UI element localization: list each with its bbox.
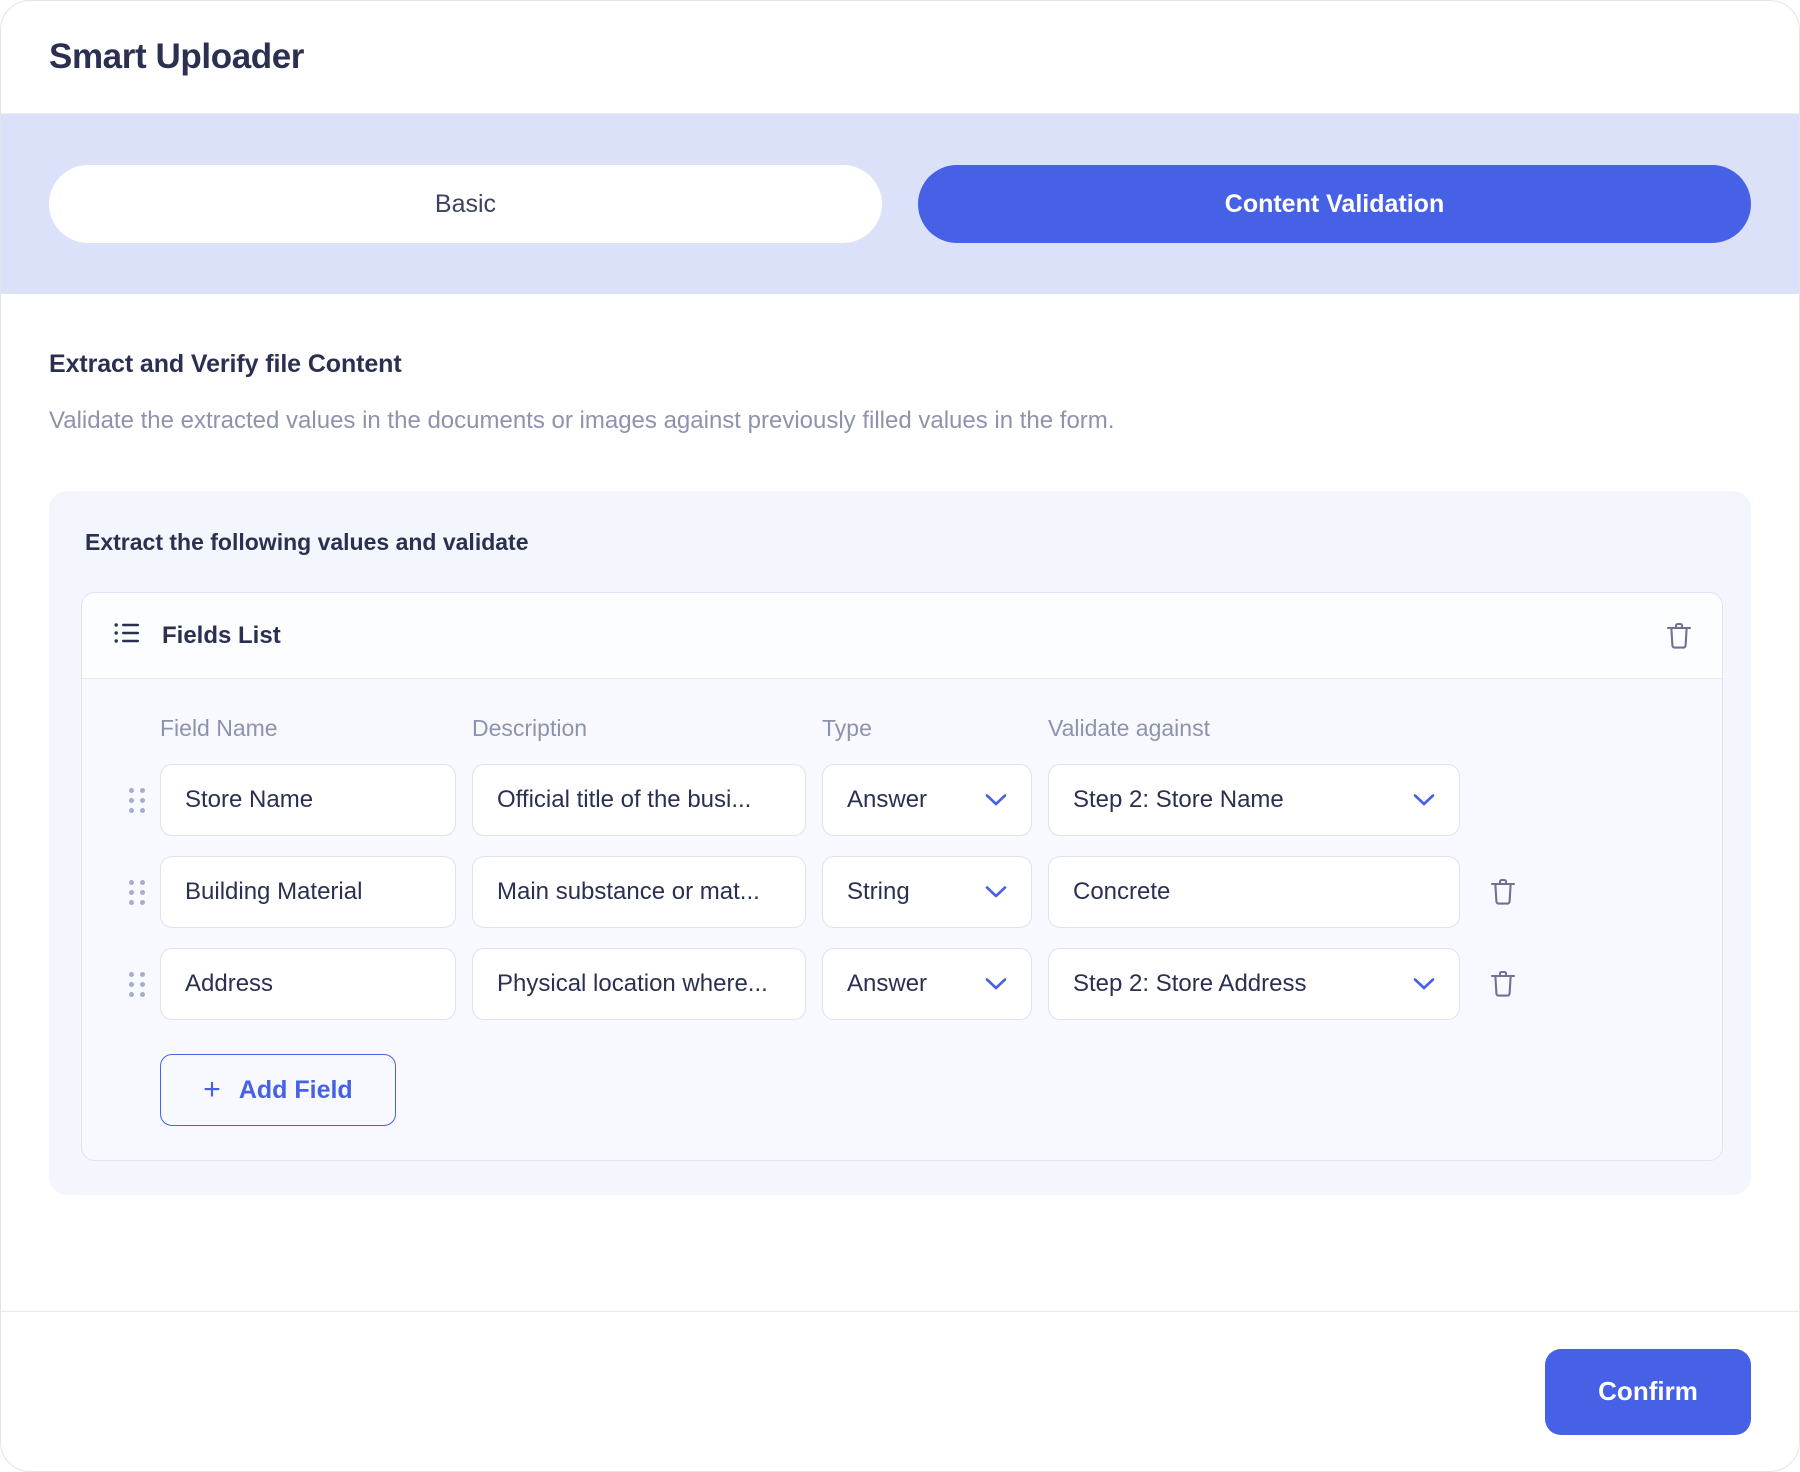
drag-handle-icon[interactable] [114,788,160,813]
tab-basic[interactable]: Basic [49,165,882,243]
chevron-down-icon [985,977,1007,991]
description-value: Main substance or mat... [497,878,760,906]
validate-against-select[interactable]: Step 2: Store Address [1048,948,1460,1020]
add-field-button[interactable]: + Add Field [160,1054,396,1126]
chevron-down-icon [1413,793,1435,807]
field-name-input[interactable]: Address [160,948,456,1020]
column-header-description: Description [472,715,806,764]
type-select[interactable]: String [822,856,1032,928]
confirm-button[interactable]: Confirm [1545,1349,1751,1435]
main-content: Extract and Verify file Content Validate… [1,294,1799,1311]
fields-list-card: Fields List Field Na [81,592,1723,1161]
add-field-label: Add Field [239,1076,353,1105]
fields-list-body: Field Name Description Type Validate aga… [82,679,1722,1160]
field-name-value: Building Material [185,878,362,906]
validate-against-input[interactable]: Concrete [1048,856,1460,928]
panel-heading: Extract the following values and validat… [85,529,1723,556]
plus-icon: + [203,1075,221,1105]
column-header-validate-against: Validate against [1048,715,1460,764]
description-input[interactable]: Main substance or mat... [472,856,806,928]
description-value: Physical location where... [497,970,768,998]
tab-content-validation[interactable]: Content Validation [918,165,1751,243]
type-value: String [847,878,910,906]
list-icon [114,622,140,649]
field-name-value: Store Name [185,786,313,814]
type-value: Answer [847,970,927,998]
section-heading: Extract and Verify file Content [49,350,1751,379]
column-header-field-name: Field Name [160,715,456,764]
drag-handle-icon[interactable] [114,972,160,997]
fields-list-header: Fields List [82,593,1722,679]
section-subheading: Validate the extracted values in the doc… [49,407,1751,435]
table-header-row: Field Name Description Type Validate aga… [114,715,1692,764]
description-input[interactable]: Official title of the busi... [472,764,806,836]
column-header-type: Type [822,715,1032,764]
page-title: Smart Uploader [49,37,304,77]
validate-against-value: Concrete [1073,878,1170,906]
delete-fields-list-icon[interactable] [1666,621,1692,651]
smart-uploader-window: Smart Uploader Basic Content Validation … [0,0,1800,1472]
footer-bar: Confirm [1,1311,1799,1471]
type-select[interactable]: Answer [822,948,1032,1020]
validate-against-select[interactable]: Step 2: Store Name [1048,764,1460,836]
delete-row-icon[interactable] [1460,877,1520,907]
table-row: Building Material Main substance or mat.… [114,856,1692,928]
extract-panel: Extract the following values and validat… [49,491,1751,1195]
chevron-down-icon [985,885,1007,899]
field-name-input[interactable]: Building Material [160,856,456,928]
drag-handle-icon[interactable] [114,880,160,905]
validate-against-value: Step 2: Store Name [1073,786,1284,814]
description-value: Official title of the busi... [497,786,751,814]
type-select[interactable]: Answer [822,764,1032,836]
window-titlebar: Smart Uploader [1,1,1799,114]
validate-against-value: Step 2: Store Address [1073,970,1306,998]
table-row: Store Name Official title of the busi...… [114,764,1692,836]
fields-list-title: Fields List [162,622,281,650]
chevron-down-icon [1413,977,1435,991]
type-value: Answer [847,786,927,814]
table-row: Address Physical location where... Answe… [114,948,1692,1020]
delete-row-icon[interactable] [1460,969,1520,999]
tab-bar: Basic Content Validation [1,114,1799,294]
field-name-value: Address [185,970,273,998]
field-name-input[interactable]: Store Name [160,764,456,836]
description-input[interactable]: Physical location where... [472,948,806,1020]
chevron-down-icon [985,793,1007,807]
